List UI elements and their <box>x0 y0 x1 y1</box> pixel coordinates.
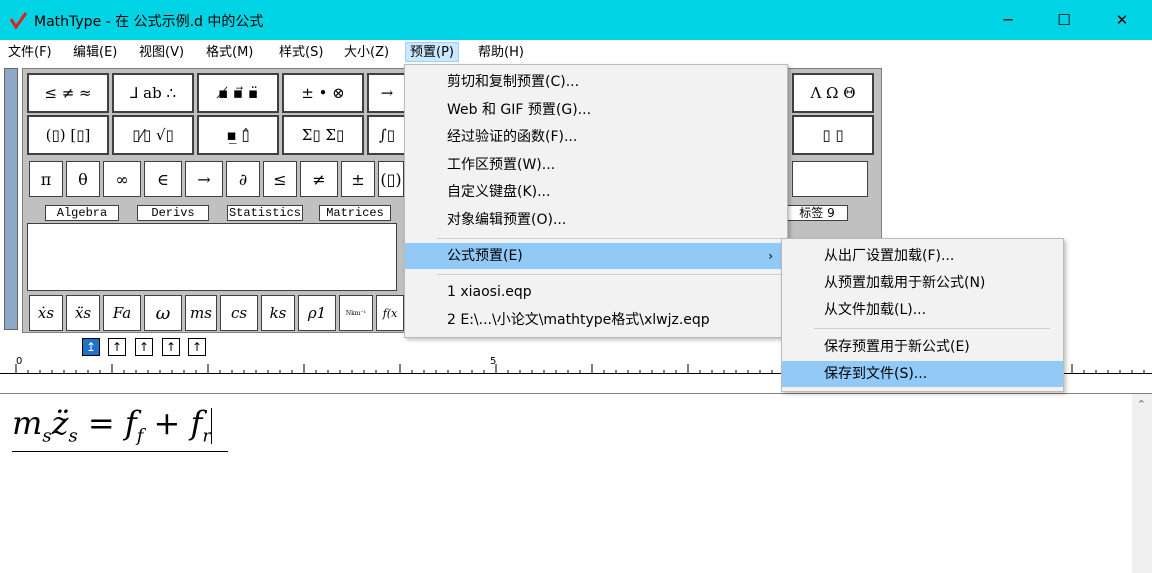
menu-separator <box>814 328 1050 329</box>
menu-format[interactable]: 格式(M) <box>202 43 257 63</box>
embellishments-palette-button[interactable]: ▪̸ ▪⃗ ▪̈ <box>197 73 279 113</box>
menu-item-workspace-prefs[interactable]: 工作区预置(W)... <box>405 152 787 178</box>
fences-palette-button[interactable]: (▯) [▯] <box>27 115 109 155</box>
palette-empty-area <box>27 223 397 291</box>
operators-palette-button[interactable]: ± • ⊗ <box>282 73 364 113</box>
window-title: MathType - 在 公式示例.d 中的公式 <box>34 14 264 30</box>
menu-size[interactable]: 大小(Z) <box>340 43 393 63</box>
minimize-button[interactable]: ─ <box>980 0 1036 40</box>
menu-item-save-to-file[interactable]: 保存到文件(S)... <box>782 361 1063 387</box>
symbol-parentheses[interactable]: (▯) <box>378 161 404 197</box>
symbol-function[interactable]: f(x <box>376 295 404 331</box>
menu-item-recent-2[interactable]: 2 E:\...\小论文\mathtype格式\xlwjz.eqp <box>405 307 787 333</box>
menu-item-recent-1[interactable]: 1 xiaosi.eqp <box>405 279 787 305</box>
menu-item-object-editing-prefs[interactable]: 对象编辑预置(O)... <box>405 207 787 233</box>
scroll-up-arrow-icon[interactable]: ⌃ <box>1137 398 1146 411</box>
symbol-x-dot-s[interactable]: ẋs <box>29 295 63 331</box>
symbol-rho-1[interactable]: ρ1 <box>298 295 336 331</box>
greek-upper-palette-button[interactable]: Λ Ω Θ <box>792 73 874 113</box>
menu-separator <box>437 274 783 275</box>
left-tab-button[interactable]: ↥ <box>82 338 100 356</box>
formula-underline <box>12 451 228 452</box>
symbol-units[interactable]: Nkm⁻¹ <box>339 295 373 331</box>
tab-matrices[interactable]: Matrices <box>319 205 391 221</box>
menu-item-load-from-file[interactable]: 从文件加载(L)... <box>782 297 1063 323</box>
symbol-m-s[interactable]: ms <box>185 295 217 331</box>
formula-f1: f <box>124 404 137 442</box>
symbol-plus-minus[interactable]: ± <box>341 161 375 197</box>
ruler-mark-0: 0 <box>16 356 23 367</box>
menu-file[interactable]: 文件(F) <box>4 43 56 63</box>
formula-plus: + <box>143 404 191 442</box>
menu-item-web-gif-prefs[interactable]: Web 和 GIF 预置(G)... <box>405 97 787 123</box>
menu-item-recognized-functions[interactable]: 经过验证的函数(F)... <box>405 124 787 150</box>
symbol-f-a[interactable]: Fa <box>103 295 141 331</box>
tab-derivs[interactable]: Derivs <box>137 205 209 221</box>
menu-preferences[interactable]: 预置(P) <box>405 42 459 62</box>
symbol-theta[interactable]: θ <box>66 161 100 197</box>
preferences-menu: 剪切和复制预置(C)... Web 和 GIF 预置(G)... 经过验证的函数… <box>404 64 788 338</box>
menu-item-custom-keyboard[interactable]: 自定义键盘(K)... <box>405 179 787 205</box>
symbol-c-s[interactable]: cs <box>220 295 258 331</box>
symbol-pi[interactable]: π <box>29 161 63 197</box>
formula-sub-r: r <box>202 425 211 447</box>
menu-separator <box>437 238 783 239</box>
menu-style[interactable]: 样式(S) <box>275 43 327 63</box>
formula-f2: f <box>190 404 203 442</box>
equation-prefs-submenu: 从出厂设置加载(F)... 从预置加载用于新公式(N) 从文件加载(L)... … <box>781 238 1064 392</box>
menu-edit[interactable]: 编辑(E) <box>69 43 121 63</box>
relational-tab-button[interactable]: ↑ <box>162 338 180 356</box>
right-tab-button[interactable]: ↑ <box>135 338 153 356</box>
vertical-scrollbar[interactable] <box>1132 394 1152 573</box>
symbol-partial[interactable]: ∂ <box>226 161 260 197</box>
subscripts-palette-button[interactable]: ▪̲ ▯̂ <box>197 115 279 155</box>
arrows-palette-button[interactable]: → <box>367 73 407 113</box>
title-bar: MathType - 在 公式示例.d 中的公式 ─ ☐ ✕ <box>0 0 1152 40</box>
menu-item-load-new-equation-prefs[interactable]: 从预置加载用于新公式(N) <box>782 270 1063 296</box>
menu-item-equation-prefs[interactable]: 公式预置(E) › <box>405 243 787 269</box>
relations-palette-button[interactable]: ≤ ≠ ≈ <box>27 73 109 113</box>
tab-label-9[interactable]: 标签 9 <box>786 205 848 221</box>
formula-sub-s2: s <box>68 425 78 447</box>
summations-palette-button[interactable]: Σ▯ Σ▯ <box>282 115 364 155</box>
maximize-button[interactable]: ☐ <box>1036 0 1092 40</box>
spaces-palette-button[interactable]: ⅃ ab ∴ <box>112 73 194 113</box>
equation[interactable]: msz̈s = ff + fr <box>12 404 212 446</box>
mathtype-logo-icon <box>10 12 28 29</box>
menu-bar: 文件(F) 编辑(E) 视图(V) 格式(M) 样式(S) 大小(Z) 预置(P… <box>0 40 1152 64</box>
tab-statistics[interactable]: Statistics <box>227 205 303 221</box>
symbol-omega[interactable]: ω <box>144 295 182 331</box>
menu-view[interactable]: 视图(V) <box>135 43 188 63</box>
symbol-right-arrow[interactable]: → <box>185 161 223 197</box>
matrices-palette-button[interactable]: ▯ ▯ <box>792 115 874 155</box>
symbol-slot-empty[interactable] <box>792 161 868 197</box>
symbol-k-s[interactable]: ks <box>261 295 295 331</box>
symbol-not-equal[interactable]: ≠ <box>300 161 338 197</box>
ruler-mark-5: 5 <box>490 356 497 367</box>
symbol-less-equal[interactable]: ≤ <box>263 161 297 197</box>
fractions-palette-button[interactable]: ▯⁄▯ √▯ <box>112 115 194 155</box>
symbol-x-ddot-s[interactable]: ẍs <box>66 295 100 331</box>
menu-item-save-new-equation-prefs[interactable]: 保存预置用于新公式(E) <box>782 334 1063 360</box>
menu-item-cut-copy-prefs[interactable]: 剪切和复制预置(C)... <box>405 69 787 95</box>
text-cursor <box>210 407 212 444</box>
palette-side-strip <box>4 68 18 330</box>
submenu-arrow-icon: › <box>768 249 773 263</box>
menu-item-equation-prefs-label: 公式预置(E) <box>447 248 523 264</box>
formula-equals: = <box>77 404 125 442</box>
menu-item-load-factory[interactable]: 从出厂设置加载(F)... <box>782 243 1063 269</box>
symbol-infinity[interactable]: ∞ <box>103 161 141 197</box>
close-button[interactable]: ✕ <box>1094 0 1150 40</box>
formula-z: z̈ <box>51 404 69 442</box>
tab-algebra[interactable]: Algebra <box>45 205 119 221</box>
menu-help[interactable]: 帮助(H) <box>474 43 528 63</box>
integrals-palette-button[interactable]: ∫▯ <box>367 115 407 155</box>
center-tab-button[interactable]: ↑ <box>108 338 126 356</box>
decimal-tab-button[interactable]: ↑ <box>188 338 206 356</box>
formula-sub-s1: s <box>42 425 52 447</box>
formula-m: m <box>12 404 43 442</box>
symbol-element-of[interactable]: ∈ <box>144 161 182 197</box>
